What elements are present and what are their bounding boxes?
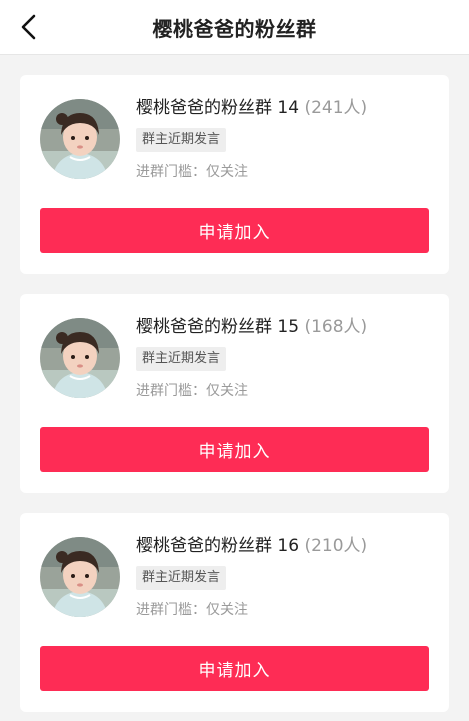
group-info: 樱桃爸爸的粉丝群 16 (210人) 群主近期发言 进群门槛：仅关注 xyxy=(136,535,367,625)
group-info-row: 樱桃爸爸的粉丝群 15 (168人) 群主近期发言 进群门槛：仅关注 xyxy=(40,316,429,406)
join-condition: 进群门槛：仅关注 xyxy=(136,602,248,618)
join-condition: 进群门槛：仅关注 xyxy=(136,383,248,399)
member-count: (210人) xyxy=(304,536,368,556)
fan-group-card: 樱桃爸爸的粉丝群 16 (210人) 群主近期发言 进群门槛：仅关注 申请加入 xyxy=(20,513,449,712)
group-title-line: 樱桃爸爸的粉丝群 15 (168人) xyxy=(136,316,367,338)
member-count: (168人) xyxy=(304,317,368,337)
status-badge: 群主近期发言 xyxy=(136,566,227,590)
avatar-image xyxy=(40,537,120,617)
fan-group-list: 樱桃爸爸的粉丝群 14 (241人) 群主近期发言 进群门槛：仅关注 申请加入 xyxy=(0,55,469,712)
join-group-button[interactable]: 申请加入 xyxy=(40,208,429,253)
group-avatar[interactable] xyxy=(40,99,120,179)
avatar-image xyxy=(40,318,120,398)
back-button[interactable] xyxy=(14,12,44,42)
join-group-button[interactable]: 申请加入 xyxy=(40,427,429,472)
join-group-button[interactable]: 申请加入 xyxy=(40,646,429,691)
group-avatar[interactable] xyxy=(40,537,120,617)
group-info-row: 樱桃爸爸的粉丝群 14 (241人) 群主近期发言 进群门槛：仅关注 xyxy=(40,97,429,187)
chevron-left-icon xyxy=(21,14,36,40)
group-info: 樱桃爸爸的粉丝群 15 (168人) 群主近期发言 进群门槛：仅关注 xyxy=(136,316,367,406)
member-count: (241人) xyxy=(304,98,368,118)
status-badge: 群主近期发言 xyxy=(136,128,227,152)
page-title: 樱桃爸爸的粉丝群 xyxy=(152,16,317,41)
group-name: 樱桃爸爸的粉丝群 14 xyxy=(136,98,300,118)
top-nav-bar: 樱桃爸爸的粉丝群 xyxy=(0,0,469,55)
group-info: 樱桃爸爸的粉丝群 14 (241人) 群主近期发言 进群门槛：仅关注 xyxy=(136,97,367,187)
join-condition: 进群门槛：仅关注 xyxy=(136,164,248,180)
status-badge: 群主近期发言 xyxy=(136,347,227,371)
fan-group-card: 樱桃爸爸的粉丝群 15 (168人) 群主近期发言 进群门槛：仅关注 申请加入 xyxy=(20,294,449,493)
group-title-line: 樱桃爸爸的粉丝群 16 (210人) xyxy=(136,535,367,557)
group-info-row: 樱桃爸爸的粉丝群 16 (210人) 群主近期发言 进群门槛：仅关注 xyxy=(40,535,429,625)
group-title-line: 樱桃爸爸的粉丝群 14 (241人) xyxy=(136,97,367,119)
avatar-image xyxy=(40,99,120,179)
group-name: 樱桃爸爸的粉丝群 16 xyxy=(136,536,300,556)
group-avatar[interactable] xyxy=(40,318,120,398)
group-name: 樱桃爸爸的粉丝群 15 xyxy=(136,317,300,337)
fan-group-card: 樱桃爸爸的粉丝群 14 (241人) 群主近期发言 进群门槛：仅关注 申请加入 xyxy=(20,75,449,274)
